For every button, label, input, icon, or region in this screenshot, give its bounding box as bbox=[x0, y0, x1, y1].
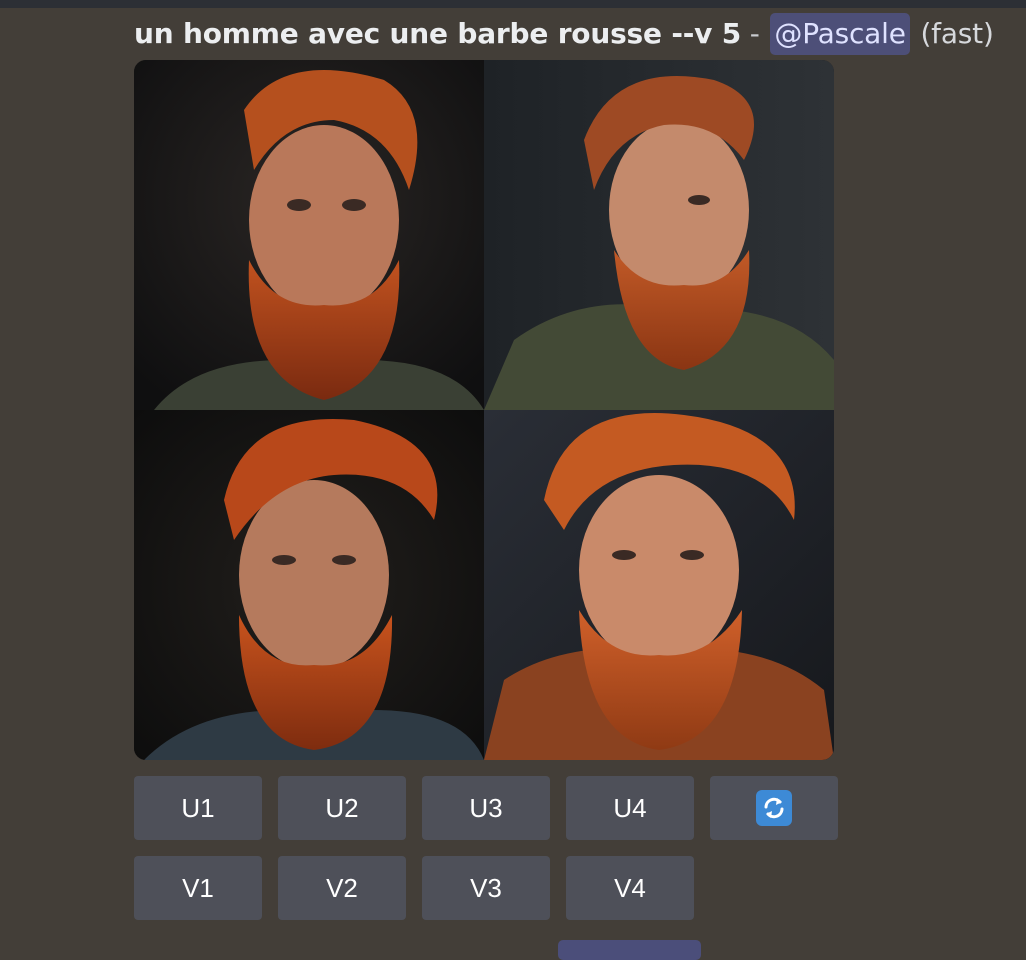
variation-button-3[interactable]: V3 bbox=[422, 856, 550, 920]
image-quadrant-3 bbox=[134, 410, 484, 760]
variation-button-1[interactable]: V1 bbox=[134, 856, 262, 920]
user-mention[interactable]: @Pascale bbox=[770, 13, 910, 55]
image-quadrant-4 bbox=[484, 410, 834, 760]
next-message-button[interactable] bbox=[558, 940, 701, 960]
upscale-button-1[interactable]: U1 bbox=[134, 776, 262, 840]
upscale-button-3[interactable]: U3 bbox=[422, 776, 550, 840]
speed-label: (fast) bbox=[920, 17, 994, 50]
image-quadrant-1 bbox=[134, 60, 484, 410]
variation-button-4[interactable]: V4 bbox=[566, 856, 694, 920]
refresh-icon bbox=[756, 790, 792, 826]
variation-button-2[interactable]: V2 bbox=[278, 856, 406, 920]
channel-top-bar bbox=[0, 0, 1026, 8]
image-grid[interactable] bbox=[134, 60, 834, 760]
image-quadrant-2 bbox=[484, 60, 834, 410]
upscale-button-2[interactable]: U2 bbox=[278, 776, 406, 840]
upscale-button-4[interactable]: U4 bbox=[566, 776, 694, 840]
separator: - bbox=[741, 17, 769, 50]
reroll-button[interactable] bbox=[710, 776, 838, 840]
message-header: un homme avec une barbe rousse --v 5 - @… bbox=[134, 12, 994, 56]
prompt-text: un homme avec une barbe rousse --v 5 bbox=[134, 17, 742, 50]
